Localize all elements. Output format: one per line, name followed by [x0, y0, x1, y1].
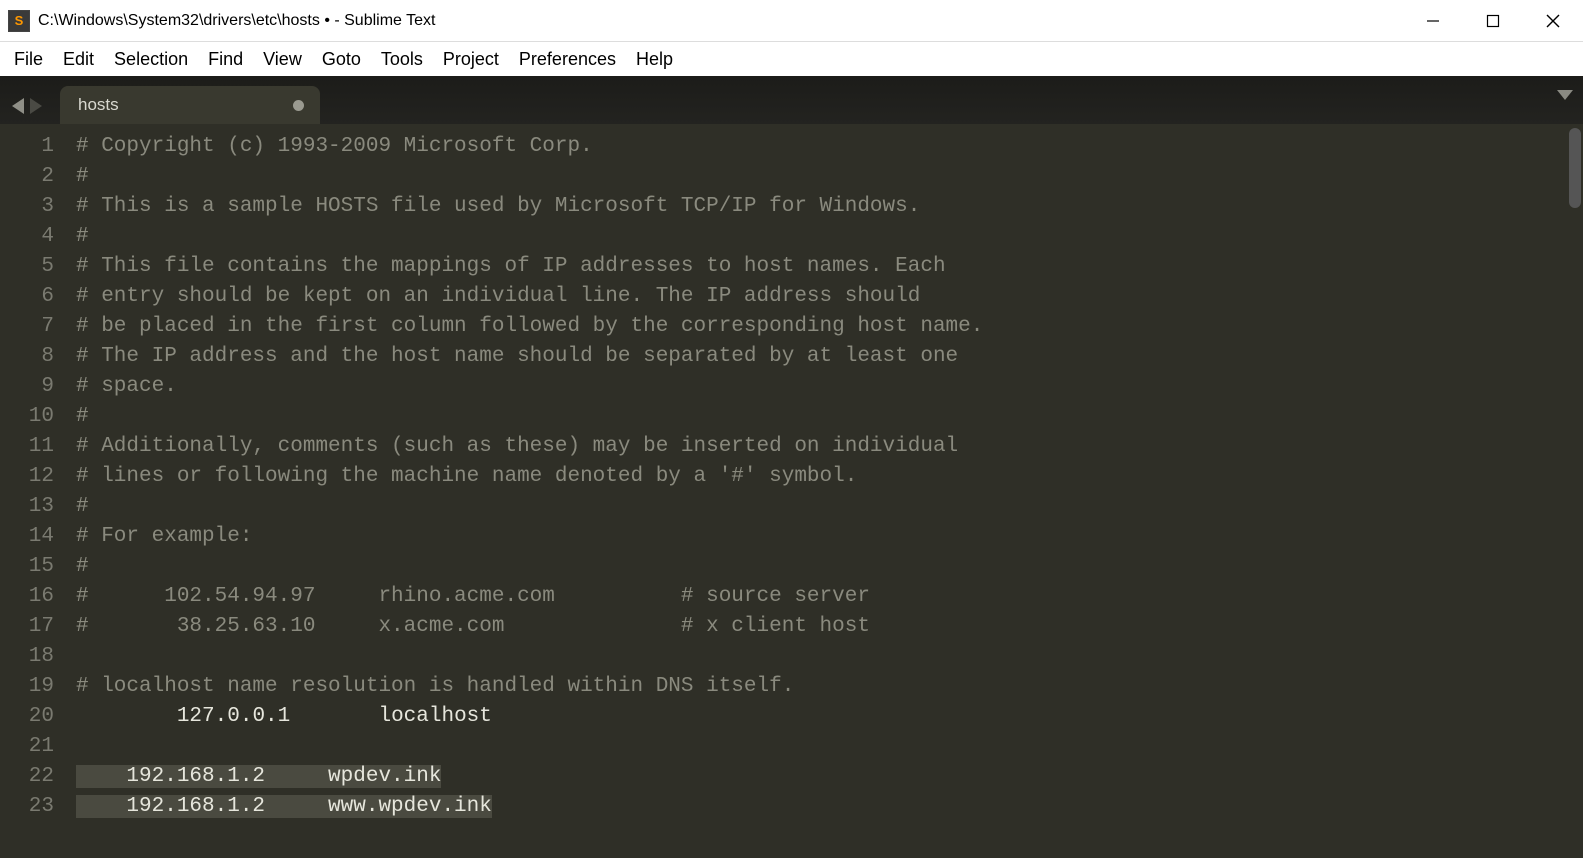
line-number: 10 — [0, 402, 54, 432]
line-number: 19 — [0, 672, 54, 702]
code-line[interactable]: # — [76, 162, 1583, 192]
code-line[interactable]: # Copyright (c) 1993-2009 Microsoft Corp… — [76, 132, 1583, 162]
line-number-gutter: 1234567891011121314151617181920212223 — [0, 124, 66, 858]
menu-project[interactable]: Project — [435, 45, 507, 74]
tab-hosts[interactable]: hosts — [60, 86, 320, 124]
code-line[interactable]: # For example: — [76, 522, 1583, 552]
code-line[interactable]: # — [76, 552, 1583, 582]
dirty-indicator-icon — [293, 100, 304, 111]
line-number: 4 — [0, 222, 54, 252]
menu-tools[interactable]: Tools — [373, 45, 431, 74]
code-line[interactable]: 192.168.1.2 wpdev.ink — [76, 762, 1583, 792]
line-number: 18 — [0, 642, 54, 672]
line-number: 22 — [0, 762, 54, 792]
menu-edit[interactable]: Edit — [55, 45, 102, 74]
tab-label: hosts — [78, 95, 119, 115]
app-window: S C:\Windows\System32\drivers\etc\hosts … — [0, 0, 1583, 858]
menu-view[interactable]: View — [255, 45, 310, 74]
code-content[interactable]: # Copyright (c) 1993-2009 Microsoft Corp… — [66, 124, 1583, 858]
nav-forward-icon[interactable] — [30, 98, 42, 114]
code-line[interactable]: # localhost name resolution is handled w… — [76, 672, 1583, 702]
line-number: 17 — [0, 612, 54, 642]
maximize-button[interactable] — [1463, 0, 1523, 41]
code-line[interactable]: # — [76, 492, 1583, 522]
menu-file[interactable]: File — [6, 45, 51, 74]
menu-find[interactable]: Find — [200, 45, 251, 74]
menu-goto[interactable]: Goto — [314, 45, 369, 74]
titlebar[interactable]: S C:\Windows\System32\drivers\etc\hosts … — [0, 0, 1583, 42]
code-area[interactable]: 1234567891011121314151617181920212223 # … — [0, 124, 1583, 858]
line-number: 6 — [0, 282, 54, 312]
nav-back-icon[interactable] — [12, 98, 24, 114]
line-number: 23 — [0, 792, 54, 822]
code-line[interactable]: # — [76, 402, 1583, 432]
code-line[interactable]: 192.168.1.2 www.wpdev.ink — [76, 792, 1583, 822]
code-line[interactable] — [76, 642, 1583, 672]
code-line[interactable]: # The IP address and the host name shoul… — [76, 342, 1583, 372]
menubar: File Edit Selection Find View Goto Tools… — [0, 42, 1583, 76]
window-controls — [1403, 0, 1583, 41]
menu-preferences[interactable]: Preferences — [511, 45, 624, 74]
code-line[interactable]: # — [76, 222, 1583, 252]
code-line[interactable]: # This file contains the mappings of IP … — [76, 252, 1583, 282]
code-line[interactable]: 127.0.0.1 localhost — [76, 702, 1583, 732]
line-number: 12 — [0, 462, 54, 492]
editor-area: hosts 1234567891011121314151617181920212… — [0, 76, 1583, 858]
line-number: 14 — [0, 522, 54, 552]
line-number: 20 — [0, 702, 54, 732]
code-line[interactable]: # Additionally, comments (such as these)… — [76, 432, 1583, 462]
code-line[interactable]: # space. — [76, 372, 1583, 402]
line-number: 9 — [0, 372, 54, 402]
code-line[interactable]: # be placed in the first column followed… — [76, 312, 1583, 342]
tab-nav — [8, 98, 54, 124]
code-line[interactable]: # entry should be kept on an individual … — [76, 282, 1583, 312]
menu-help[interactable]: Help — [628, 45, 681, 74]
line-number: 5 — [0, 252, 54, 282]
minimize-button[interactable] — [1403, 0, 1463, 41]
line-number: 21 — [0, 732, 54, 762]
line-number: 8 — [0, 342, 54, 372]
line-number: 11 — [0, 432, 54, 462]
code-line[interactable]: # 38.25.63.10 x.acme.com # x client host — [76, 612, 1583, 642]
line-number: 7 — [0, 312, 54, 342]
code-line[interactable] — [76, 732, 1583, 762]
tab-overflow-icon[interactable] — [1557, 90, 1573, 100]
window-title: C:\Windows\System32\drivers\etc\hosts • … — [38, 12, 1403, 30]
menu-selection[interactable]: Selection — [106, 45, 196, 74]
line-number: 15 — [0, 552, 54, 582]
line-number: 3 — [0, 192, 54, 222]
code-line[interactable]: # lines or following the machine name de… — [76, 462, 1583, 492]
line-number: 1 — [0, 132, 54, 162]
line-number: 2 — [0, 162, 54, 192]
vertical-scrollbar[interactable] — [1569, 128, 1581, 208]
code-line[interactable]: # 102.54.94.97 rhino.acme.com # source s… — [76, 582, 1583, 612]
code-line[interactable]: # This is a sample HOSTS file used by Mi… — [76, 192, 1583, 222]
app-icon: S — [8, 10, 30, 32]
close-button[interactable] — [1523, 0, 1583, 41]
tab-bar: hosts — [0, 76, 1583, 124]
line-number: 16 — [0, 582, 54, 612]
line-number: 13 — [0, 492, 54, 522]
